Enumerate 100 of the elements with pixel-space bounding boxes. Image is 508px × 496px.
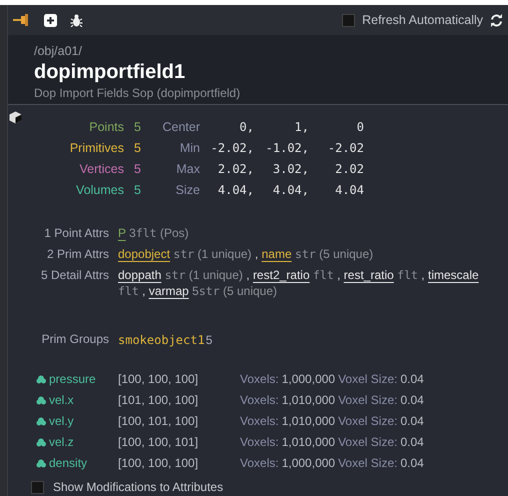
bounds-value: -1.02, xyxy=(264,140,309,156)
node-path: /obj/a01/ xyxy=(34,44,83,60)
attribute-name[interactable]: rest_ratio xyxy=(344,268,394,282)
modifications-label: Show Modifications to Attributes xyxy=(53,479,224,496)
voxels-label: Voxels: xyxy=(240,413,279,430)
voxels-value: 1,010,000 xyxy=(282,413,336,430)
voxel-size-label: Voxel Size: xyxy=(338,434,398,451)
attribute-type: flt xyxy=(118,284,139,298)
volume-resolution: [100, 101, 100] xyxy=(118,413,200,430)
bounds-value: -2.02, xyxy=(210,140,254,156)
separator: , xyxy=(142,284,146,298)
volume-resolution: [100, 100, 101] xyxy=(118,434,200,451)
bounds-value: 1, xyxy=(294,119,309,135)
voxels-label: Voxels: xyxy=(240,455,279,472)
attribute-note: (5 unique) xyxy=(222,284,278,298)
voxels-value: 1,000,000 xyxy=(282,455,336,472)
attribute-type: 3flt xyxy=(129,226,157,240)
separator: , xyxy=(337,268,340,282)
attribute-type: flt xyxy=(397,268,418,282)
pin-icon[interactable] xyxy=(13,14,31,26)
attribute-name[interactable]: doppath xyxy=(118,268,162,282)
count-value: 5 xyxy=(133,119,142,135)
groups-label: Prim Groups xyxy=(40,331,109,348)
refresh-icon[interactable] xyxy=(490,14,503,27)
voxels-value: 1,010,000 xyxy=(282,392,336,409)
node-name: dopimportfield1 xyxy=(34,60,186,86)
bounds-value: 0, xyxy=(238,119,254,135)
volume-name: density xyxy=(49,455,88,472)
voxel-size-value: 0.04 xyxy=(400,434,424,451)
bounds-label: Size xyxy=(174,182,200,198)
modifications-checkbox[interactable] xyxy=(31,480,44,494)
separator: , xyxy=(421,268,425,282)
separator: , xyxy=(254,247,258,261)
attribute-type: str xyxy=(294,247,316,261)
voxels-value: 1,010,000 xyxy=(282,434,336,451)
attribute-name[interactable]: P xyxy=(118,226,126,240)
voxels-label: Voxels: xyxy=(240,434,279,451)
volume-name: vel.x xyxy=(49,392,74,409)
attribute-type: str xyxy=(164,268,186,282)
attribute-name[interactable]: timescale xyxy=(428,268,479,282)
attribute-note: (1 unique) xyxy=(188,268,243,282)
volume-resolution: [100, 100, 100] xyxy=(118,371,200,388)
cloud-icon xyxy=(36,375,46,384)
count-value: 5 xyxy=(133,161,142,177)
count-value: 5 xyxy=(133,182,142,198)
cloud-icon xyxy=(36,417,46,426)
refresh-label: Refresh Automatically xyxy=(362,12,483,29)
attribute-name[interactable]: dopobject xyxy=(118,247,170,261)
bounds-label: Min xyxy=(178,140,200,156)
voxel-size-label: Voxel Size: xyxy=(338,455,398,472)
bounds-value: 4.04, xyxy=(272,182,309,198)
attribute-name[interactable]: varmap xyxy=(148,284,189,298)
voxels-label: Voxels: xyxy=(240,371,279,388)
voxels-value: 1,000,000 xyxy=(282,371,336,388)
group-name: smokeobject1 xyxy=(118,332,205,348)
voxel-size-value: 0.04 xyxy=(400,413,424,430)
bounds-value: -2.02 xyxy=(326,140,364,156)
voxel-size-value: 0.04 xyxy=(400,455,424,472)
cube-icon xyxy=(9,111,22,124)
voxel-size-label: Voxel Size: xyxy=(338,371,398,388)
cloud-icon xyxy=(36,396,46,405)
voxel-size-label: Voxel Size: xyxy=(338,413,398,430)
attribute-label: 2 Prim Attrs xyxy=(46,246,109,262)
attribute-note: (Pos) xyxy=(160,226,189,240)
volume-resolution: [101, 100, 100] xyxy=(118,392,200,409)
count-label: Primitives xyxy=(68,140,124,156)
add-icon[interactable] xyxy=(44,14,57,27)
bounds-value: 0 xyxy=(356,119,364,135)
voxel-size-value: 0.04 xyxy=(400,392,424,409)
count-label: Points xyxy=(88,119,124,135)
attribute-note: (1 unique) xyxy=(198,247,252,261)
volume-name: pressure xyxy=(49,371,96,388)
attribute-note: (5 unique) xyxy=(319,247,374,261)
bounds-label: Max xyxy=(175,161,200,177)
count-label: Vertices xyxy=(78,161,124,177)
bounds-value: 2.02 xyxy=(334,161,364,177)
attribute-name[interactable]: name xyxy=(262,247,292,261)
volume-name: vel.z xyxy=(49,434,74,451)
count-label: Volumes xyxy=(75,182,124,198)
voxel-size-value: 0.04 xyxy=(400,371,424,388)
bounds-value: 4.04 xyxy=(334,182,364,198)
volume-resolution: [100, 100, 100] xyxy=(118,455,200,472)
separator: , xyxy=(246,268,250,282)
attribute-type: str xyxy=(173,247,194,261)
attribute-type: flt xyxy=(312,268,334,282)
group-count: 5 xyxy=(206,332,212,349)
count-value: 5 xyxy=(133,140,142,156)
node-type: Dop Import Fields Sop (dopimportfield) xyxy=(34,85,242,102)
bounds-value: 2.02, xyxy=(216,161,254,177)
bounds-value: 3.02, xyxy=(272,161,309,177)
attribute-label: 5 Detail Attrs xyxy=(40,267,109,283)
bounds-value: 4.04, xyxy=(216,182,254,198)
attribute-type: 5str xyxy=(192,284,220,298)
cloud-icon xyxy=(36,438,46,447)
cloud-icon xyxy=(36,459,46,468)
bug-icon[interactable] xyxy=(70,14,83,27)
voxels-label: Voxels: xyxy=(240,392,279,409)
refresh-checkbox[interactable] xyxy=(342,14,356,27)
voxel-size-label: Voxel Size: xyxy=(338,392,398,409)
attribute-name[interactable]: rest2_ratio xyxy=(252,268,310,282)
